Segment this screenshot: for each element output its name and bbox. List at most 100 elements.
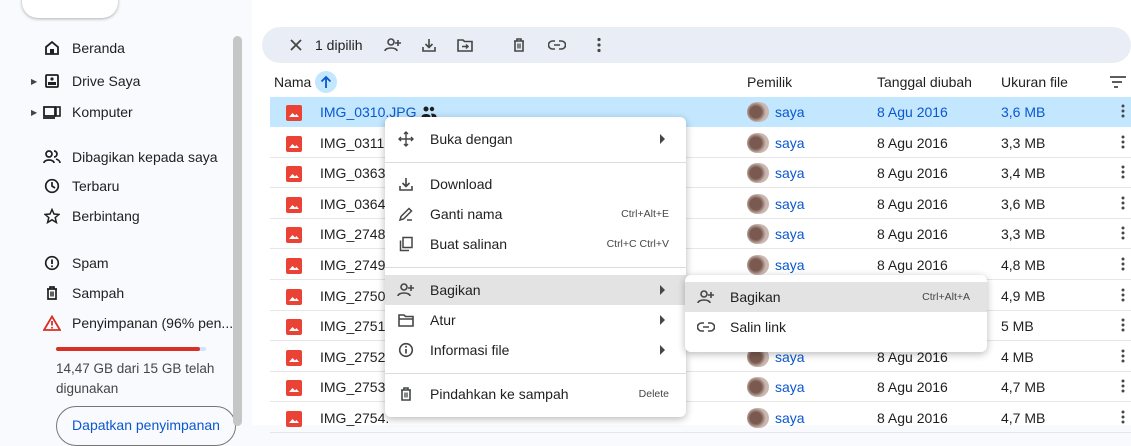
sort-arrow-up-icon[interactable] xyxy=(315,71,338,93)
sidebar-scrollbar[interactable] xyxy=(233,36,242,426)
file-size: 3,6 MB xyxy=(1001,104,1046,120)
more-vert-icon[interactable] xyxy=(1113,375,1131,397)
star-icon xyxy=(41,205,63,227)
submenu-item-copy-link[interactable]: Salin link xyxy=(685,312,987,342)
more-vert-icon[interactable] xyxy=(1113,345,1131,367)
selection-toolbar: 1 dipilih xyxy=(262,27,1131,63)
menu-item-file-info[interactable]: Informasi file xyxy=(385,335,686,365)
menu-item-share[interactable]: Bagikan xyxy=(385,275,686,305)
share-icon[interactable] xyxy=(382,34,404,56)
column-header-name[interactable]: Nama xyxy=(274,68,338,96)
download-icon[interactable] xyxy=(418,34,440,56)
menu-item-shortcut: Delete xyxy=(638,388,669,400)
storage-text: 14,47 GB dari 15 GB telah digunakan xyxy=(56,361,215,396)
menu-item-organize[interactable]: Atur xyxy=(385,305,686,335)
avatar xyxy=(747,408,769,428)
owner-cell: saya xyxy=(747,377,805,398)
file-size: 3,3 MB xyxy=(1001,226,1046,243)
more-vert-icon[interactable] xyxy=(588,34,610,56)
sidebar-item-spam[interactable]: Spam xyxy=(0,249,236,277)
owner-name: saya xyxy=(775,226,805,243)
file-size: 4 MB xyxy=(1001,348,1034,365)
menu-item-label: Ganti nama xyxy=(430,206,503,222)
image-file-icon xyxy=(286,288,302,305)
file-name: IMG_2748. xyxy=(320,226,390,243)
file-size: 5 MB xyxy=(1001,318,1034,335)
trash-icon[interactable] xyxy=(508,34,530,56)
spam-icon xyxy=(41,252,63,274)
close-icon[interactable] xyxy=(285,34,307,56)
sidebar-item-recent[interactable]: Terbaru xyxy=(0,172,236,200)
more-vert-icon[interactable] xyxy=(1113,284,1131,306)
sidebar-item-my-drive[interactable]: ▶ Drive Saya xyxy=(0,67,236,95)
image-file-icon xyxy=(286,258,302,274)
avatar xyxy=(747,102,769,122)
new-button[interactable] xyxy=(22,0,118,18)
submenu-arrow-icon xyxy=(660,285,665,295)
share-submenu: Bagikan Ctrl+Alt+A Salin link xyxy=(685,275,987,352)
sidebar-item-trash[interactable]: Sampah xyxy=(0,279,236,307)
avatar xyxy=(747,377,769,398)
menu-item-label: Atur xyxy=(430,312,456,328)
sort-options-icon[interactable] xyxy=(1109,68,1127,96)
submenu-item-share[interactable]: Bagikan Ctrl+Alt+A xyxy=(685,282,987,312)
expand-arrow-icon[interactable]: ▶ xyxy=(31,77,37,86)
owner-cell: saya xyxy=(747,408,805,428)
sidebar-item-starred[interactable]: Berbintang xyxy=(0,202,236,230)
image-file-icon xyxy=(286,227,302,244)
link-icon xyxy=(696,317,716,337)
file-size: 4,7 MB xyxy=(1001,410,1046,426)
menu-item-shortcut: Ctrl+Alt+A xyxy=(922,291,970,303)
more-vert-icon[interactable] xyxy=(1113,253,1131,275)
more-vert-icon[interactable] xyxy=(1113,314,1131,336)
column-header-modified[interactable]: Tanggal diubah xyxy=(877,68,972,96)
sidebar-item-home[interactable]: Beranda xyxy=(0,34,236,62)
edit-pencil-icon xyxy=(396,204,416,224)
owner-name: saya xyxy=(775,257,805,273)
sidebar-item-storage[interactable]: Penyimpanan (96% pen... xyxy=(0,309,236,337)
sidebar-item-shared[interactable]: Dibagikan kepada saya xyxy=(0,143,236,171)
main-content: 1 dipilih Nama Pemilik Tanggal diubah Uk… xyxy=(252,0,1131,433)
storage-bar xyxy=(56,347,206,351)
expand-arrow-icon[interactable]: ▶ xyxy=(31,108,37,117)
menu-item-label: Download xyxy=(430,176,493,192)
more-vert-icon[interactable] xyxy=(1113,131,1131,153)
share-icon xyxy=(396,280,416,300)
sidebar-item-label: Spam xyxy=(72,255,109,271)
more-vert-icon[interactable] xyxy=(1113,192,1131,214)
modified-date: 8 Agu 2016 xyxy=(877,226,948,243)
modified-date: 8 Agu 2016 xyxy=(877,379,948,396)
column-header-size[interactable]: Ukuran file xyxy=(1001,68,1068,96)
image-file-icon xyxy=(286,196,302,213)
image-file-icon xyxy=(286,349,302,366)
download-icon xyxy=(396,174,416,194)
menu-item-make-copy[interactable]: Buat salinan Ctrl+C Ctrl+V xyxy=(385,229,686,259)
more-vert-icon[interactable] xyxy=(1113,161,1131,183)
more-vert-icon[interactable] xyxy=(1113,100,1131,122)
file-name: IMG_2750 xyxy=(320,287,386,304)
owner-name: saya xyxy=(775,410,805,426)
menu-item-open-with[interactable]: Buka dengan xyxy=(385,124,686,154)
file-name: IMG_2752. xyxy=(320,348,390,365)
menu-item-label: Bagikan xyxy=(430,282,481,298)
modified-date: 8 Agu 2016 xyxy=(877,410,948,426)
owner-cell: saya xyxy=(747,102,805,122)
modified-date: 8 Agu 2016 xyxy=(877,165,948,182)
sidebar-item-computers[interactable]: ▶ Komputer xyxy=(0,98,236,126)
column-header-owner[interactable]: Pemilik xyxy=(747,68,792,96)
sidebar-item-label: Terbaru xyxy=(72,178,120,194)
submenu-arrow-icon xyxy=(660,134,665,144)
more-vert-icon[interactable] xyxy=(1113,222,1131,244)
menu-item-label: Bagikan xyxy=(730,289,781,305)
get-storage-button[interactable]: Dapatkan penyimpanan xyxy=(56,406,236,446)
file-name: IMG_2751. xyxy=(320,318,390,335)
sidebar-item-label: Drive Saya xyxy=(72,73,141,89)
menu-item-download[interactable]: Download xyxy=(385,169,686,199)
move-icon[interactable] xyxy=(454,34,476,56)
link-icon[interactable] xyxy=(546,34,568,56)
owner-cell: saya xyxy=(747,163,805,184)
menu-item-rename[interactable]: Ganti nama Ctrl+Alt+E xyxy=(385,199,686,229)
owner-name: saya xyxy=(775,195,805,212)
menu-item-move-to-trash[interactable]: Pindahkan ke sampah Delete xyxy=(385,379,686,409)
file-size: 4,8 MB xyxy=(1001,257,1046,273)
